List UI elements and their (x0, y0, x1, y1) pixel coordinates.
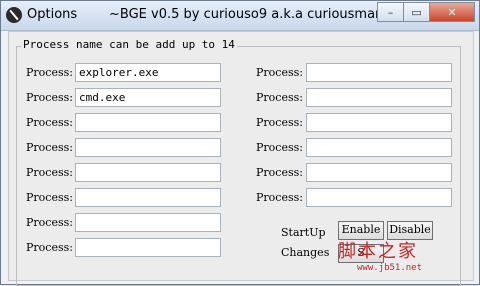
minimize-button[interactable]: – (377, 2, 404, 22)
process-label: Process: (26, 166, 73, 179)
app-window: Options ~BGE v0.5 by curiouso9 a.k.a cur… (0, 0, 480, 286)
process-label: Process: (256, 116, 303, 129)
process-input-left-1[interactable]: explorer.exe (75, 63, 221, 82)
process-label: Process: (26, 191, 73, 204)
process-input-left-3[interactable] (75, 113, 221, 132)
process-label: Process: (26, 91, 73, 104)
process-label: Process: (256, 191, 303, 204)
changes-label: Changes (281, 246, 330, 259)
watermark-text: 脚本之家 (338, 241, 418, 262)
startup-label: StartUp (281, 226, 326, 239)
app-icon[interactable] (6, 7, 22, 23)
process-input-right-6[interactable] (306, 188, 452, 207)
window-title: ~BGE v0.5 by curiouso9 a.k.a curiousmani… (109, 7, 403, 22)
process-label: Process: (26, 241, 73, 254)
process-label: Process: (26, 116, 73, 129)
process-input-left-8[interactable] (75, 238, 221, 257)
process-input-left-4[interactable] (75, 138, 221, 157)
process-input-right-1[interactable] (306, 63, 452, 82)
process-input-right-3[interactable] (306, 113, 452, 132)
maximize-button[interactable]: ▭ (403, 2, 430, 22)
process-label: Process: (26, 216, 73, 229)
process-label: Process: (256, 141, 303, 154)
process-input-left-2[interactable]: cmd.exe (75, 88, 221, 107)
process-label: Process: (26, 141, 73, 154)
close-button[interactable]: ✕ (429, 2, 475, 22)
group-title: Process name can be add up to 14 (21, 38, 237, 51)
process-label: Process: (256, 66, 303, 79)
process-label: Process: (256, 166, 303, 179)
window-controls: – ▭ ✕ (377, 2, 475, 22)
watermark-url: www.jb51.net (357, 263, 423, 273)
process-input-right-5[interactable] (306, 163, 452, 182)
options-menu[interactable]: Options (27, 7, 77, 22)
process-input-left-6[interactable] (75, 188, 221, 207)
process-label: Process: (26, 66, 73, 79)
title-bar: Options ~BGE v0.5 by curiouso9 a.k.a cur… (1, 1, 479, 31)
process-label: Process: (256, 91, 303, 104)
process-input-right-4[interactable] (306, 138, 452, 157)
process-input-left-5[interactable] (75, 163, 221, 182)
process-input-left-7[interactable] (75, 213, 221, 232)
process-input-right-2[interactable] (306, 88, 452, 107)
